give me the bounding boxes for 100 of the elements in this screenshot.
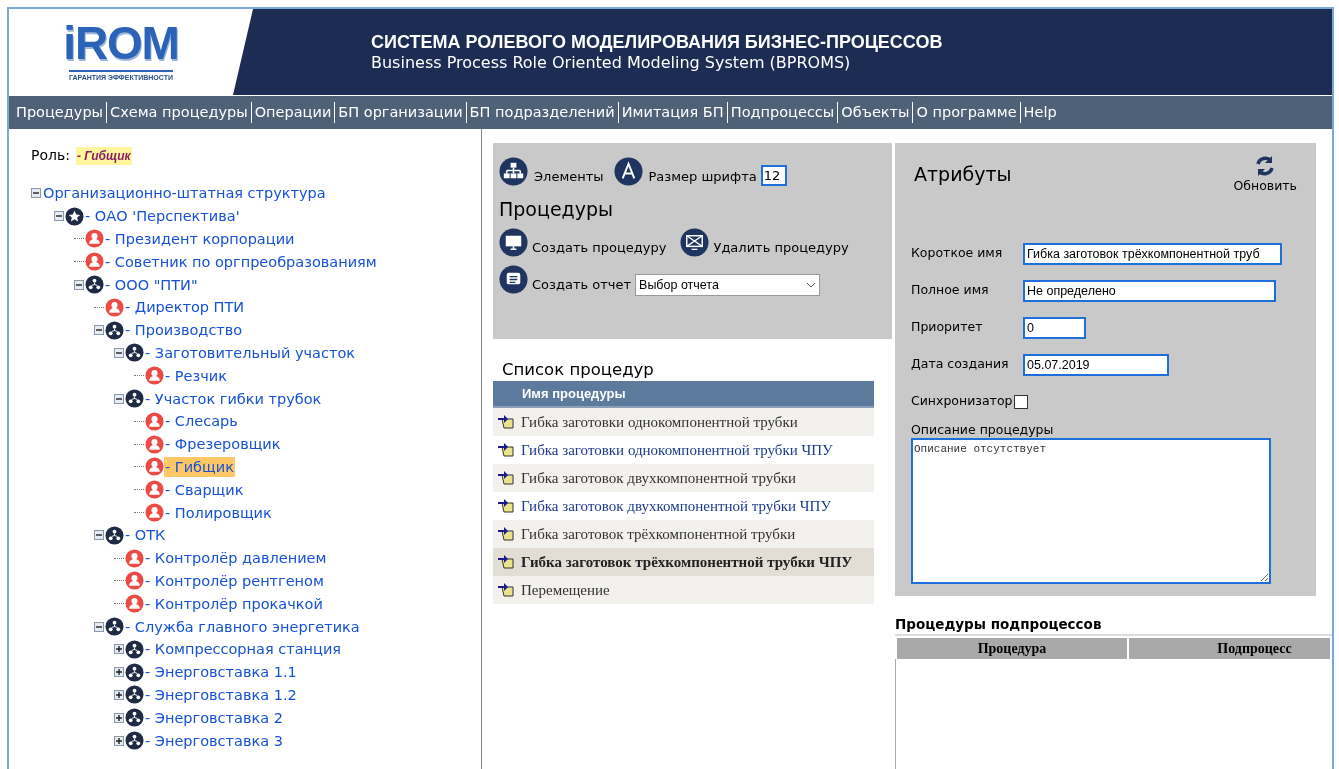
tree-node[interactable]: - Резчик [164,365,228,386]
font-icon[interactable] [613,157,643,186]
tree-node[interactable]: - ОАО 'Перспектива' [84,206,241,227]
description-field[interactable]: Описание отсутствует [911,438,1271,584]
collapse-toggle[interactable] [94,530,104,541]
person-icon [145,411,164,431]
tree-node[interactable]: - Заготовительный участок [144,342,357,363]
document-arrow-icon [498,442,515,458]
person-icon [145,366,164,386]
nav-link[interactable]: БП подразделений [465,101,618,124]
tree-node[interactable]: - Полировщик [164,502,273,523]
monitor-icon[interactable] [499,228,528,257]
hierarchy-icon [125,662,144,682]
tree-node[interactable]: - Производство [124,320,244,341]
expand-toggle[interactable] [114,667,124,678]
hierarchy-icon[interactable] [499,157,528,186]
tree-node[interactable]: - Энерговставка 3 [144,730,284,751]
sync-checkbox[interactable] [1014,394,1029,409]
checkbox-label: Синхронизатор [911,392,1013,411]
collapse-toggle[interactable] [54,211,64,222]
tree-node[interactable]: - Контролёр прокачкой [144,593,324,614]
person-icon [105,297,124,317]
text-field[interactable]: 05.07.2019 [1023,353,1169,376]
tree-node[interactable]: - Контролёр рентгеном [144,570,325,591]
person-icon [85,229,104,249]
person-icon [145,457,164,477]
nav-link[interactable]: Help [1019,101,1060,124]
nav-link[interactable]: О программе [912,101,1020,124]
nav-link[interactable]: Имитация БП [617,101,727,124]
collapse-toggle[interactable] [74,279,84,290]
tree-node[interactable]: - Советник по оргпреобразованиям [104,251,378,272]
nav-link[interactable]: Схема процедуры [106,101,251,124]
expand-toggle[interactable] [114,735,124,746]
hierarchy-icon [85,275,104,295]
collapse-toggle[interactable] [31,188,41,199]
tree-node[interactable]: - Служба главного энергетика [124,616,361,637]
column-header: Подпроцесс [1129,638,1330,659]
person-icon [145,434,164,454]
expand-toggle[interactable] [114,689,124,700]
collapse-toggle[interactable] [114,393,124,404]
action-link[interactable]: Создать процедуру [532,237,667,257]
column-header: Процедура [897,638,1127,659]
section-title: Процедуры подпроцессов [895,615,1103,634]
action-link[interactable]: Удалить процедуру [713,237,849,257]
report-select[interactable]: Выбор отчета [635,274,821,296]
refresh-button[interactable]: Обновить [1233,155,1297,196]
collapse-toggle[interactable] [94,325,104,336]
procedure-row[interactable]: Гибка заготовок трёхкомпонентной трубки [493,520,874,548]
tree-node[interactable]: - Участок гибки трубок [144,388,323,409]
font-size-field[interactable]: 12 [760,165,787,186]
tree-node[interactable]: - Слесарь [164,411,239,432]
collapse-toggle[interactable] [94,621,104,632]
expand-toggle[interactable] [114,712,124,723]
nav-link[interactable]: Подпроцессы [726,101,838,124]
tree-node[interactable]: - Фрезеровщик [164,434,282,455]
tree-node[interactable]: - Гибщик [164,456,235,477]
tree-node[interactable]: - Энерговставка 2 [144,707,284,728]
person-icon [125,571,144,591]
document-arrow-icon [498,470,515,486]
tree-node[interactable]: - Президент корпорации [104,229,296,249]
tree-node[interactable]: - Контролёр давлением [144,548,328,569]
hierarchy-icon [125,639,144,659]
document-arrow-icon [498,526,515,542]
tree-node[interactable]: - Директор ПТИ [124,297,246,318]
monitor-cross-icon[interactable] [680,228,710,257]
panel-title: Процедуры [499,197,615,222]
procedure-row[interactable]: Гибка заготовок двухкомпонентной трубки [493,464,874,492]
procedure-row[interactable]: Гибка заготовок трёхкомпонентной трубки ЧПУ [493,548,874,576]
elements-label[interactable]: Элементы [534,166,604,186]
report-label[interactable]: Создать отчет [532,274,632,294]
hierarchy-icon [125,343,144,363]
field-label: Дата создания [911,355,1010,374]
nav-link[interactable]: Операции [250,101,335,124]
text-field[interactable]: Гибка заготовок трёхкомпонентной труб [1023,242,1282,265]
tree-node[interactable]: - Компрессорная станция [144,639,343,660]
app-subtitle: Business Process Role Oriented Modeling System (BPROMS) [371,53,852,73]
person-icon [145,503,164,523]
field-label: Короткое имя [911,244,1004,263]
tree-node[interactable]: - Сварщик [164,479,245,500]
text-field[interactable]: 0 [1023,316,1086,339]
refresh-icon [1254,155,1277,177]
nav-link[interactable]: БП организации [334,101,466,124]
tree-node[interactable]: - Энерговставка 1.1 [144,662,298,683]
column-header: Имя процедуры [493,381,874,408]
document-arrow-icon [498,414,515,430]
nav-link[interactable]: Объекты [837,101,913,124]
tree-node[interactable]: Организационно-штатная структура [42,183,327,204]
text-field[interactable]: Не определено [1023,279,1276,302]
collapse-toggle[interactable] [114,347,124,358]
tree-node[interactable]: - ООО "ПТИ" [104,274,199,295]
tree-node[interactable]: - ОТК [124,525,167,546]
document-arrow-icon [498,582,515,598]
nav-link[interactable]: Процедуры [13,101,107,124]
report-icon[interactable] [499,265,528,294]
procedure-row[interactable]: Гибка заготовки однокомпонентной трубки [493,408,874,436]
procedure-row[interactable]: Перемещение [493,576,874,604]
hierarchy-icon [105,320,124,340]
tree-node[interactable]: - Энерговставка 1.2 [144,684,298,705]
expand-toggle[interactable] [114,644,124,655]
hierarchy-icon [125,731,144,750]
